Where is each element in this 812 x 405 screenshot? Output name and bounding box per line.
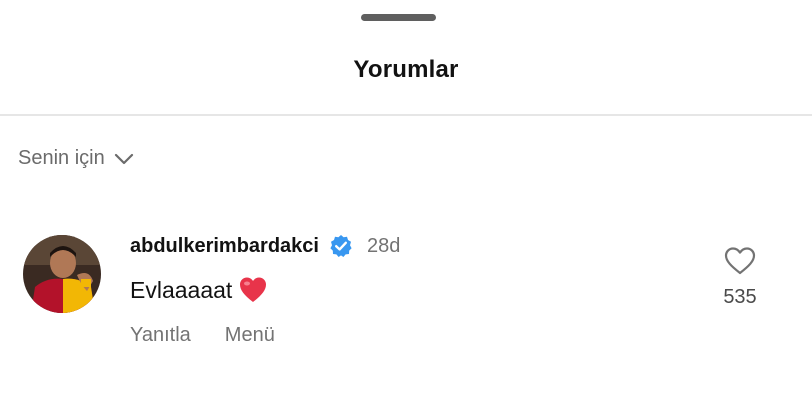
comment-actions: Yanıtla Menü (130, 324, 275, 347)
comment-username[interactable]: abdulkerimbardakci (130, 235, 319, 258)
heart-outline-icon[interactable] (723, 246, 757, 276)
verified-badge-icon (329, 234, 353, 258)
comments-sheet: Yorumlar Senin için abdulkerimbardakci 2… (0, 0, 812, 405)
menu-button[interactable]: Menü (225, 324, 275, 347)
reply-button[interactable]: Yanıtla (130, 324, 191, 347)
comment-text: Evlaaaaat (130, 276, 233, 303)
comment-timestamp: 28d (366, 234, 401, 257)
header-divider (0, 114, 812, 116)
comment-filter-label: Senin için (18, 147, 105, 169)
comment-filter-dropdown[interactable]: Senin için (18, 147, 135, 170)
comment-item: abdulkerimbardakci 28d Evlaaaaat Yanıtla… (0, 230, 812, 370)
comment-body: Evlaaaaat (130, 276, 268, 304)
avatar[interactable] (23, 235, 101, 313)
sheet-title: Yorumlar (353, 56, 459, 83)
red-heart-emoji-icon (238, 276, 268, 304)
sheet-drag-handle[interactable] (361, 14, 436, 21)
comment-like-column: 535 (710, 246, 770, 309)
like-count: 535 (723, 286, 757, 308)
chevron-down-icon (113, 152, 135, 166)
comment-header: abdulkerimbardakci 28d (130, 234, 400, 258)
